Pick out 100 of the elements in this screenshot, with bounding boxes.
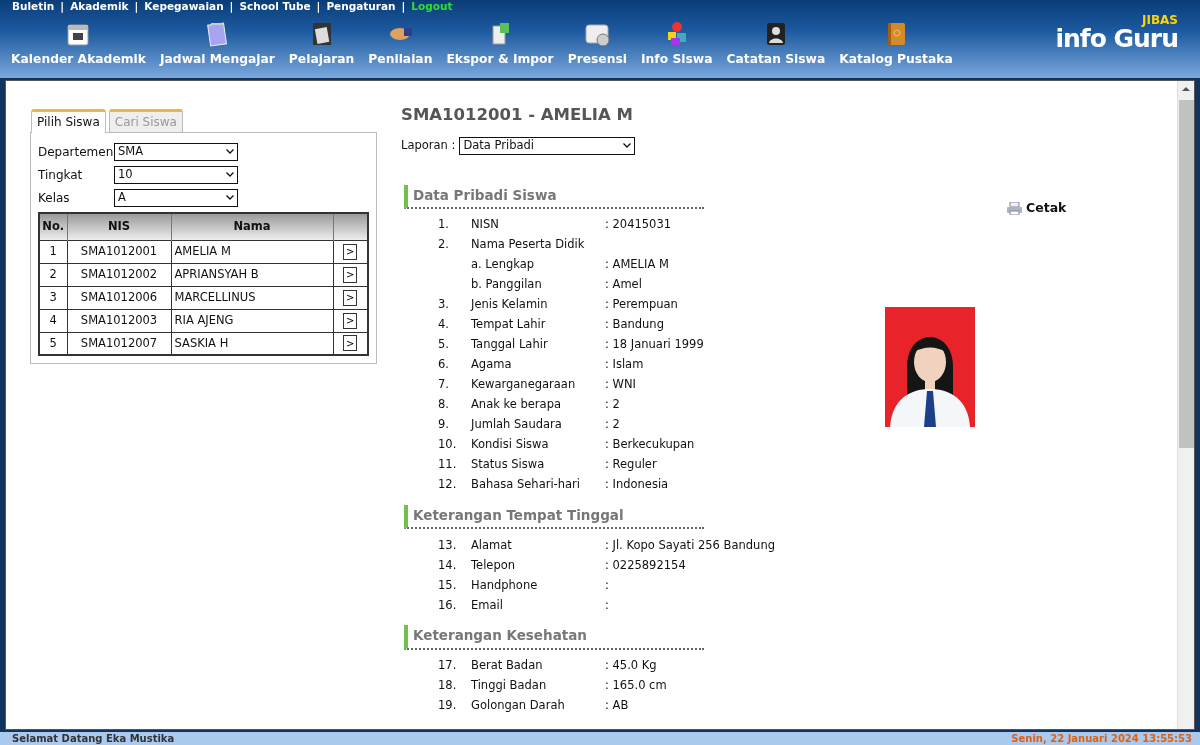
print-button[interactable]: Cetak (1007, 199, 1067, 218)
nav-menu-item[interactable]: Info Siswa (641, 20, 713, 69)
field-label: Handphone (471, 576, 539, 594)
field-label: Berat Badan (471, 656, 544, 674)
item-number: 16. (437, 596, 458, 614)
tab[interactable]: Pilih Siswa (31, 109, 106, 133)
separator: | (401, 0, 406, 15)
select-button[interactable]: > (343, 266, 358, 283)
field-value: : Bandung (605, 316, 664, 334)
table-cell: 2 (39, 263, 67, 286)
column-header: No. (39, 213, 67, 240)
field-value: : Perempuan (605, 296, 678, 314)
nav-menu-item[interactable]: Jadwal Mengajar (159, 20, 275, 69)
separator: | (316, 0, 321, 15)
date-time: Senin, 22 Januari 2024 13:55:53 (1011, 732, 1192, 745)
item-number: 6. (437, 356, 450, 374)
table-cell: APRIANSYAH B (171, 263, 333, 286)
menu-link[interactable]: Kepegawaian (144, 0, 224, 15)
caret-icon (226, 172, 234, 177)
menu-link[interactable]: Buletin (12, 0, 55, 15)
field-value: : Reguler (605, 456, 657, 474)
separator: | (229, 0, 234, 15)
field-label: b. Panggilan (471, 276, 543, 294)
separator: | (60, 0, 65, 15)
item-number: 15. (437, 576, 458, 594)
table-cell: SMA1012006 (67, 286, 171, 309)
caret-icon (226, 195, 234, 200)
menu-link[interactable]: Akademik (70, 0, 129, 15)
dropdown[interactable]: Data Pribadi (459, 136, 636, 155)
field-value: : Islam (605, 356, 644, 374)
nav-menu-item[interactable]: Catatan Siswa (726, 20, 826, 69)
field-value: : 45.0 Kg (605, 656, 657, 674)
caret-icon (623, 143, 632, 149)
field-value: : AMELIA M (605, 256, 669, 274)
item-number: 1. (437, 216, 450, 234)
dropdown[interactable]: 10 (114, 165, 238, 184)
table-cell: 3 (39, 286, 67, 309)
field-value: : 165.0 cm (605, 676, 667, 694)
menu-link[interactable]: Pengaturan (326, 0, 396, 15)
field-value: : Indonesia (605, 476, 669, 494)
field-label: Kewarganegaraan (471, 376, 577, 394)
menu-link[interactable]: School Tube (239, 0, 311, 15)
field-value: : 0225892154 (605, 556, 686, 574)
printer-icon (1007, 201, 1022, 215)
app-logo-title: info Guru (1055, 26, 1178, 51)
field-label: Tingkat (38, 166, 84, 184)
scroll-thumb[interactable] (1178, 100, 1194, 448)
field-value: : Amel (605, 276, 642, 294)
field-label: Agama (471, 356, 513, 374)
field-label: Anak ke berapa (471, 396, 562, 414)
caret-icon (226, 149, 234, 154)
dropdown[interactable]: SMA (114, 142, 238, 161)
item-number: 4. (437, 316, 450, 334)
nav-menu-item[interactable]: Ekspor & Impor (446, 20, 554, 69)
nav-menu-item[interactable]: Pelajaran (288, 20, 355, 69)
field-label: Kelas (38, 189, 71, 207)
item-number: 13. (437, 536, 458, 554)
section-heading: Keterangan Tempat Tinggal (404, 505, 704, 530)
item-number: 11. (437, 456, 458, 474)
field-label: Alamat (471, 536, 513, 554)
field-value: : (605, 596, 609, 614)
column-header: NIS (67, 213, 171, 240)
nav-menu-item[interactable]: Kalender Akademik (11, 20, 146, 69)
select-button[interactable]: > (343, 312, 358, 329)
item-number: 10. (437, 436, 458, 454)
field-label: Laporan : (401, 137, 456, 155)
field-label: Jenis Kelamin (471, 296, 549, 314)
field-label: Golongan Darah (471, 696, 566, 714)
item-number: 8. (437, 396, 450, 414)
field-value: : 18 Januari 1999 (605, 336, 704, 354)
item-number: 5. (437, 336, 450, 354)
item-number: 19. (437, 696, 458, 714)
select-button[interactable]: > (343, 243, 358, 260)
field-value: : Jl. Kopo Sayati 256 Bandung (605, 536, 775, 554)
select-button[interactable]: > (343, 289, 358, 306)
item-number: 14. (437, 556, 458, 574)
item-number: 3. (437, 296, 450, 314)
separator: | (134, 0, 139, 15)
field-label: Status Siswa (471, 456, 546, 474)
table-cell: SMA1012001 (67, 240, 171, 263)
dropdown[interactable]: A (114, 188, 238, 207)
table-cell: 1 (39, 240, 67, 263)
item-number: 12. (437, 476, 458, 494)
field-label: Departemen (38, 143, 114, 161)
table-cell: SMA1012003 (67, 309, 171, 332)
field-value: : 2 (605, 416, 620, 434)
table-cell: 4 (39, 309, 67, 332)
field-label: Email (471, 596, 504, 614)
nav-menu-item[interactable]: Penilaian (368, 20, 433, 69)
field-label: Tinggi Badan (471, 676, 548, 694)
nav-menu-item[interactable]: Katalog Pustaka (839, 20, 953, 69)
scrollbar[interactable] (1177, 81, 1194, 729)
field-value: : (605, 576, 609, 594)
table-cell: SMA1012002 (67, 263, 171, 286)
select-button[interactable]: > (343, 335, 358, 352)
field-label: Kondisi Siswa (471, 436, 550, 454)
menu-link[interactable]: Logout (411, 0, 453, 15)
item-number: 9. (437, 416, 450, 434)
field-label: Nama Peserta Didik (471, 236, 586, 254)
nav-menu-item[interactable]: Presensi (567, 20, 627, 69)
